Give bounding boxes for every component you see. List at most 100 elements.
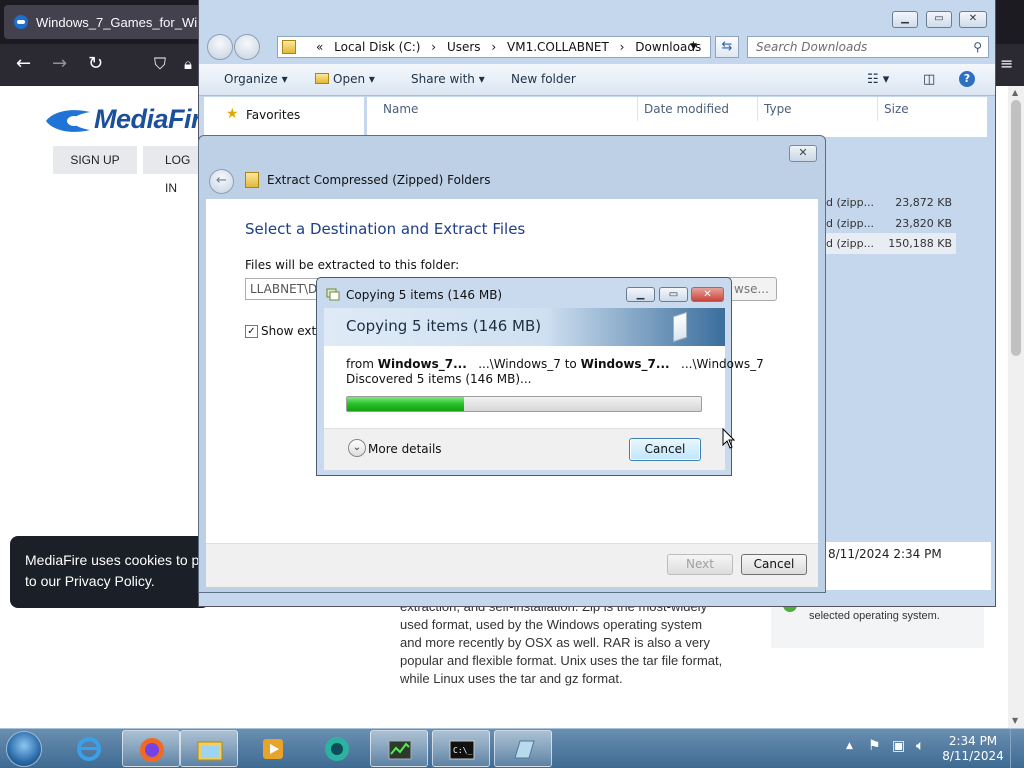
close-button[interactable]: ✕ [959, 11, 987, 28]
more-details-toggle[interactable]: More details [368, 442, 442, 456]
preview-pane-icon[interactable]: ◫ [923, 72, 935, 87]
taskbar-task-manager[interactable] [370, 730, 428, 767]
breadcrumb-item[interactable]: « [316, 40, 323, 54]
column-divider [637, 97, 638, 121]
minimize-button[interactable]: ▁ [892, 11, 918, 28]
breadcrumb-item[interactable]: Users [447, 40, 481, 54]
column-header-type[interactable]: Type [764, 102, 792, 116]
file-list: Name Date modified Type Size [367, 97, 987, 137]
taskbar-firefox[interactable] [122, 730, 180, 767]
scroll-up-icon[interactable]: ▲ [1012, 88, 1018, 97]
taskbar-zip-extract[interactable] [494, 730, 552, 767]
log-in-button[interactable]: LOG IN [143, 146, 199, 195]
table-row-selected[interactable]: d (zipp... 150,188 KB [826, 233, 956, 254]
article-text: extraction, and self-installation. Zip i… [400, 598, 730, 688]
view-options-icon[interactable]: ☷ ▾ [867, 72, 889, 87]
explorer-nav-buttons [207, 33, 263, 61]
copy-dialog-title: Copying 5 items (146 MB) [346, 288, 503, 302]
show-extracted-checkbox[interactable]: ✓ [245, 325, 258, 338]
search-icon[interactable]: ⚲ [973, 37, 982, 57]
reload-icon[interactable]: ↻ [88, 55, 103, 73]
wizard-cancel-button[interactable]: Cancel [741, 554, 807, 575]
sign-up-button[interactable]: SIGN UP [53, 146, 137, 174]
copy-progress-bar [346, 396, 702, 412]
favorites-label[interactable]: Favorites [246, 108, 300, 122]
column-header-name[interactable]: Name [383, 102, 418, 116]
copy-heading: Copying 5 items (146 MB) [346, 317, 542, 335]
discovered-items-text: Discovered 5 items (146 MB)... [346, 372, 532, 386]
copy-close-button[interactable]: ✕ [691, 287, 724, 302]
new-folder-button[interactable]: New folder [511, 72, 576, 86]
volume-muted-icon[interactable]: 🔈︎ [916, 738, 924, 754]
open-menu[interactable]: Open ▾ [315, 72, 375, 86]
copy-maximize-button[interactable]: ▭ [659, 287, 688, 302]
media-player-icon [263, 739, 283, 759]
dropdown-arrow-icon[interactable]: ▼ [690, 37, 697, 57]
network-icon[interactable]: ▣ [892, 738, 905, 754]
wizard-heading: Select a Destination and Extract Files [245, 220, 526, 238]
taskbar-command-prompt[interactable]: C:\_ [432, 730, 490, 767]
windows-logo-icon [6, 731, 42, 767]
chevron-down-icon[interactable]: ⌄ [348, 439, 366, 457]
organize-menu[interactable]: Organize ▾ [224, 72, 288, 86]
system-clock[interactable]: 2:34 PM 8/11/2024 [940, 734, 1006, 766]
maximize-button[interactable]: ▭ [926, 11, 952, 28]
destination-path-input[interactable]: LLABNET\Do [245, 278, 321, 300]
details-pane: 8/11/2024 2:34 PM [826, 542, 991, 590]
folder-icon [197, 741, 223, 761]
command-prompt-icon: C:\_ [449, 740, 475, 760]
shield-icon[interactable]: ⛉ [154, 55, 166, 73]
start-button[interactable] [4, 730, 44, 768]
scroll-down-icon[interactable]: ▼ [1012, 716, 1018, 725]
lock-icon[interactable]: 🔒︎ [184, 55, 192, 73]
copy-footer: ⌄ More details Cancel [324, 428, 725, 470]
column-header-date[interactable]: Date modified [644, 102, 729, 116]
breadcrumb-separator[interactable]: › [620, 40, 625, 54]
table-row[interactable]: d (zipp... 23,872 KB [826, 192, 956, 213]
back-arrow-icon[interactable]: ← [16, 55, 31, 73]
search-input[interactable]: Search Downloads ⚲ [747, 36, 989, 58]
scrollbar-thumb[interactable] [1011, 100, 1021, 356]
command-bar: Organize ▾ Open ▾ Share with ▾ New folde… [199, 64, 995, 96]
next-button[interactable]: Next [667, 554, 733, 575]
column-header-size[interactable]: Size [884, 102, 909, 116]
taskbar-app-teal[interactable] [308, 730, 366, 767]
internet-explorer-icon [77, 737, 101, 761]
browser-tab[interactable]: Windows_7_Games_for_Windo [4, 5, 204, 39]
clock-date: 8/11/2024 [942, 749, 1004, 763]
copy-cancel-button[interactable]: Cancel [629, 438, 701, 461]
system-tray: ▲ ⚑ ▣ 🔈︎ [840, 735, 940, 763]
source-name[interactable]: Windows_7... [378, 357, 467, 371]
wizard-back-button[interactable]: ← [209, 169, 234, 194]
page-scrollbar[interactable]: ▲ ▼ [1008, 86, 1024, 728]
favorites-star-icon: ★ [226, 106, 239, 122]
cookie-banner: MediaFire uses cookies to pro to our Pri… [10, 536, 210, 608]
breadcrumb-item[interactable]: VM1.COLLABNET [507, 40, 609, 54]
explorer-forward-button[interactable] [234, 34, 260, 60]
show-desktop-button[interactable] [1010, 729, 1024, 768]
taskbar-media-player[interactable] [244, 730, 302, 767]
destination-name[interactable]: Windows_7... [581, 357, 670, 371]
taskbar-explorer[interactable] [180, 730, 238, 767]
forward-arrow-icon[interactable]: → [52, 55, 67, 73]
share-with-menu[interactable]: Share with ▾ [411, 72, 485, 86]
action-center-flag-icon[interactable]: ⚑ [868, 738, 881, 754]
wizard-close-button[interactable]: ✕ [789, 145, 817, 162]
breadcrumb-separator[interactable]: › [491, 40, 496, 54]
breadcrumb-item[interactable]: Local Disk (C:) [334, 40, 420, 54]
breadcrumb-separator[interactable]: › [431, 40, 436, 54]
table-row[interactable]: d (zipp... 23,820 KB [826, 213, 956, 234]
taskbar-internet-explorer[interactable] [60, 730, 118, 767]
explorer-back-button[interactable] [207, 34, 233, 60]
explorer-titlebar: ▁ ▭ ✕ [199, 0, 995, 30]
copy-minimize-button[interactable]: ▁ [626, 287, 655, 302]
mediafire-favicon-icon [14, 15, 28, 29]
mediafire-logo[interactable]: MediaFire [44, 104, 216, 138]
address-bar[interactable]: « Local Disk (C:) › Users › VM1.COLLABNE… [277, 36, 711, 58]
help-icon[interactable]: ? [959, 71, 975, 87]
refresh-button[interactable]: ⇆ [715, 36, 739, 58]
menu-icon[interactable]: ≡ [1000, 55, 1013, 73]
copy-progress-dialog: Copying 5 items (146 MB) ▁ ▭ ✕ Copying 5… [316, 277, 764, 476]
article-line: while Linux uses the tar and gz format. [400, 671, 623, 686]
show-hidden-icons-icon[interactable]: ▲ [846, 741, 853, 751]
